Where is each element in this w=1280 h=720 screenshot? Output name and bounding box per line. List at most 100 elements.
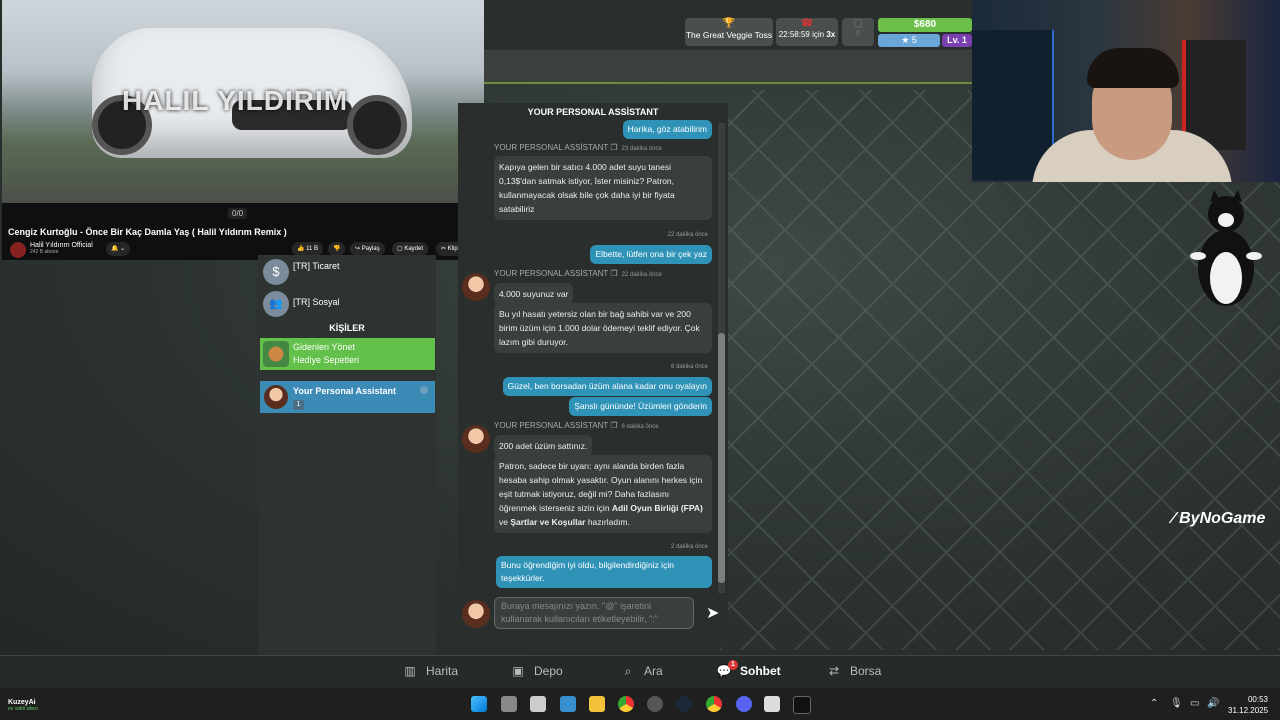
sender-name: YOUR PERSONAL ASSİSTANT	[494, 269, 609, 278]
chat-badge: 1	[728, 660, 738, 670]
task-view-icon[interactable]	[501, 696, 517, 712]
taskbar-user[interactable]: KuzeyAi ev vakti sitesi	[8, 699, 38, 712]
chrome-icon[interactable]	[618, 696, 634, 712]
user-status: ev vakti sitesi	[8, 706, 38, 712]
nav-exchange[interactable]: ⇄ Borsa	[826, 664, 881, 678]
message-time: 2 dakika önce	[670, 544, 708, 550]
message-outgoing: Elbette, lütfen ona bir çek yaz	[590, 245, 712, 264]
map-icon: ▥	[404, 664, 416, 678]
unread-badge: 1	[293, 400, 304, 410]
discord-icon[interactable]	[736, 696, 752, 712]
message-incoming: Kapıya gelen bir satıcı 4.000 adet suyu …	[494, 156, 712, 220]
sidebar-item-label: [TR] Sosyal	[293, 297, 340, 307]
cat-sticker	[1190, 190, 1262, 306]
app-icon[interactable]	[793, 696, 811, 714]
streamer-hair	[1087, 48, 1179, 88]
nav-label: Sohbet	[740, 664, 781, 678]
copy-icon[interactable]: ❐	[610, 269, 617, 278]
contacts-heading: KİŞİLER	[329, 323, 365, 333]
warning-text: hazırladım.	[585, 517, 630, 527]
mic-icon[interactable]: 🎙	[1170, 698, 1183, 709]
nav-depot[interactable]: ▣ Depo	[510, 664, 563, 678]
chat-scrollbar[interactable]	[718, 123, 725, 593]
gift-line2: Hediye Sepetleri	[293, 355, 360, 365]
save-label: Kaydet	[404, 246, 424, 252]
app-icon[interactable]	[530, 696, 546, 712]
nav-chat[interactable]: 💬 1 Sohbet	[716, 660, 781, 678]
counter-button[interactable]: ▢ 0	[842, 18, 874, 46]
channel-info[interactable]: Halil Yıldırım Official 242 B abone	[30, 242, 93, 255]
contact-status-dot	[420, 386, 428, 394]
channel-avatar[interactable]	[10, 242, 26, 258]
gift-baskets-item[interactable]: Gidenleri Yönet Hediye Sepetleri	[260, 338, 435, 370]
message-input[interactable]: Buraya mesajınızı yazın. "@" işaretini k…	[494, 597, 694, 629]
message-incoming: Bu yıl hasatı yetersiz olan bir bağ sahi…	[494, 303, 712, 353]
sender-name: YOUR PERSONAL ASSİSTANT	[494, 143, 609, 152]
dollar-icon: $	[263, 259, 289, 285]
copy-icon[interactable]: ❐	[610, 143, 617, 152]
nav-label: Ara	[644, 664, 663, 678]
avatar	[264, 385, 288, 409]
nav-label: Depo	[534, 664, 563, 678]
message-outgoing: Şanslı gününde! Üzümleri gönderin	[569, 397, 712, 416]
sidebar-item-label: [TR] Ticaret	[293, 261, 340, 271]
message-meta: YOUR PERSONAL ASSİSTANT ❐ 23 dakika önce	[494, 143, 662, 152]
message-time: 23 dakika önce	[621, 146, 662, 152]
scroll-thumb[interactable]	[718, 333, 725, 583]
windows-start-icon[interactable]	[471, 696, 487, 712]
bell-button[interactable]: 🔔 ⌄	[106, 242, 131, 256]
channel-name: Halil Yıldırım Official	[30, 242, 93, 249]
timer-label: 22:58:59 için	[778, 30, 825, 39]
terms-link[interactable]: Şartlar ve Koşullar	[510, 517, 585, 527]
message-meta: YOUR PERSONAL ASSİSTANT ❐ 6 dakika önce	[494, 421, 659, 430]
nav-search[interactable]: ⌕ Ara	[620, 664, 663, 679]
search-icon: ⌕	[624, 664, 632, 678]
timer-button[interactable]: ☎ 22:58:59 için 3x	[776, 18, 838, 46]
copy-icon[interactable]: ❐	[610, 421, 617, 430]
brand-logo: ⁄ ByNoGame	[1172, 510, 1266, 527]
steam-icon[interactable]	[676, 696, 692, 712]
send-icon[interactable]: ➤	[706, 603, 719, 623]
photos-icon[interactable]	[560, 696, 576, 712]
message-time: 22 dakika önce	[667, 232, 708, 238]
video-counter[interactable]: 0/0	[228, 208, 248, 219]
event-label: The Great Veggie Toss	[685, 30, 773, 40]
media-icon[interactable]	[764, 696, 780, 712]
share-button[interactable]: ↪ Paylaş	[350, 242, 385, 256]
chevron-up-icon[interactable]: ⌃	[1150, 698, 1158, 709]
contact-assistant[interactable]: Your Personal Assistant 1	[260, 381, 435, 413]
fpa-link[interactable]: Adil Oyun Birliği (FPA)	[612, 503, 703, 513]
chrome-icon[interactable]	[706, 696, 722, 712]
brand-name: ByNoGame	[1179, 510, 1266, 527]
message-outgoing: Güzel, ben borsadan üzüm alana kadar onu…	[502, 377, 712, 396]
message-incoming: 200 adet üzüm sattınız.	[494, 435, 593, 457]
gift-line1: Gidenleri Yönet	[293, 342, 355, 352]
save-button[interactable]: ▢ Kaydet	[392, 242, 429, 256]
speaker-icon[interactable]: 🔊	[1207, 698, 1219, 709]
dislike-button[interactable]: 👎	[328, 242, 346, 256]
clip-label: Klip	[447, 246, 458, 252]
video-overlay[interactable]: HALIL YILDIRIM 0/0 Cengiz Kurtoğlu - Önc…	[2, 0, 484, 260]
phone-icon: ☎	[800, 18, 814, 29]
display-icon[interactable]: ▭	[1190, 698, 1199, 709]
nav-map[interactable]: ▥ Harita	[402, 664, 458, 678]
video-title[interactable]: Cengiz Kurtoğlu - Önce Bir Kaç Damla Yaş…	[8, 227, 287, 237]
like-button[interactable]: 👍 11 B	[292, 242, 324, 256]
user-name: KuzeyAi	[8, 699, 36, 706]
assistant-avatar	[462, 273, 490, 301]
message-incoming: Patron, sadece bir uyarı: aynı alanda bi…	[494, 455, 712, 533]
webcam-overlay	[972, 0, 1280, 182]
event-button[interactable]: 🏆 The Great Veggie Toss	[685, 18, 773, 46]
nav-label: Harita	[426, 664, 459, 678]
sidebar-item-social[interactable]: 👥 [TR] Sosyal	[258, 289, 436, 319]
gift-basket-icon	[263, 341, 289, 367]
users-icon: 👥	[263, 291, 289, 317]
message-time: 6 dakika önce	[621, 424, 659, 430]
folder-icon[interactable]	[589, 696, 605, 712]
app-icon[interactable]	[647, 696, 663, 712]
car-wheel	[347, 95, 407, 155]
chat-icon: 💬 1	[716, 660, 738, 678]
sidebar-item-trade[interactable]: $ [TR] Ticaret	[258, 257, 436, 287]
clock[interactable]: 00:53 31.12.2025	[1228, 694, 1268, 716]
nav-label: Borsa	[850, 664, 882, 678]
